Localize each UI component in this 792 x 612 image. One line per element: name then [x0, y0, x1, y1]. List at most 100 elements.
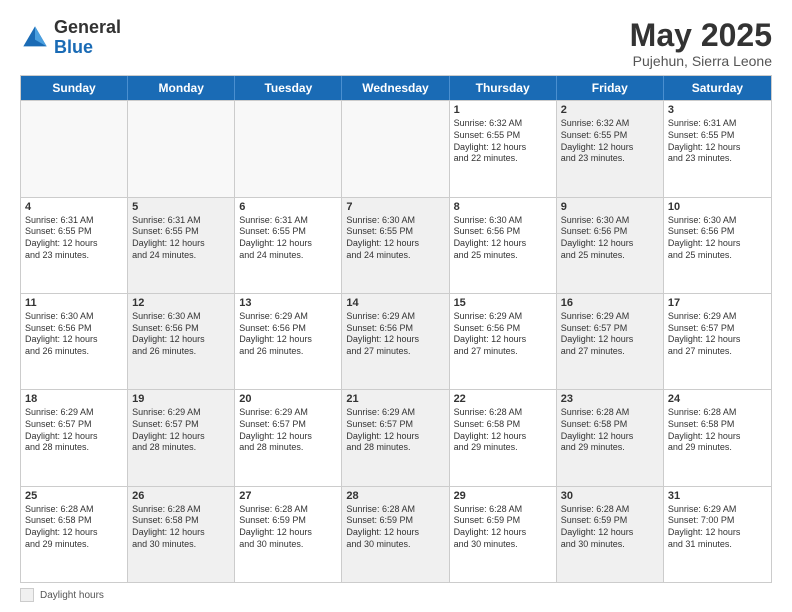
- day-info: Sunrise: 6:28 AM Sunset: 6:58 PM Dayligh…: [668, 407, 767, 454]
- day-info: Sunrise: 6:29 AM Sunset: 6:57 PM Dayligh…: [668, 311, 767, 358]
- day-number: 25: [25, 490, 123, 502]
- calendar-cell-week3-day6: 16 Sunrise: 6:29 AM Sunset: 6:57 PM Dayli…: [557, 294, 664, 389]
- footer-shaded-box: [20, 588, 34, 602]
- logo: General Blue: [20, 18, 121, 58]
- day-info: Sunrise: 6:28 AM Sunset: 6:59 PM Dayligh…: [454, 504, 552, 551]
- day-number: 22: [454, 393, 552, 405]
- day-info: Sunrise: 6:32 AM Sunset: 6:55 PM Dayligh…: [561, 118, 659, 165]
- calendar-header-thursday: Thursday: [450, 76, 557, 100]
- day-number: 3: [668, 104, 767, 116]
- calendar-cell-week4-day7: 24 Sunrise: 6:28 AM Sunset: 6:58 PM Dayli…: [664, 390, 771, 485]
- calendar-cell-week4-day5: 22 Sunrise: 6:28 AM Sunset: 6:58 PM Dayli…: [450, 390, 557, 485]
- calendar-cell-week1-day2: [128, 101, 235, 196]
- calendar-cell-week3-day3: 13 Sunrise: 6:29 AM Sunset: 6:56 PM Dayli…: [235, 294, 342, 389]
- day-number: 1: [454, 104, 552, 116]
- day-info: Sunrise: 6:29 AM Sunset: 7:00 PM Dayligh…: [668, 504, 767, 551]
- calendar-header-friday: Friday: [557, 76, 664, 100]
- day-info: Sunrise: 6:31 AM Sunset: 6:55 PM Dayligh…: [132, 215, 230, 262]
- day-info: Sunrise: 6:30 AM Sunset: 6:56 PM Dayligh…: [25, 311, 123, 358]
- calendar-cell-week3-day2: 12 Sunrise: 6:30 AM Sunset: 6:56 PM Dayli…: [128, 294, 235, 389]
- day-number: 16: [561, 297, 659, 309]
- calendar-cell-week4-day4: 21Sunrise: 6:29 AM Sunset: 6:57 PM Dayli…: [342, 390, 449, 485]
- calendar-cell-week5-day6: 30 Sunrise: 6:28 AM Sunset: 6:59 PM Dayli…: [557, 487, 664, 582]
- day-number: 26: [132, 490, 230, 502]
- calendar-body: 1 Sunrise: 6:32 AM Sunset: 6:55 PM Daylig…: [21, 100, 771, 582]
- calendar-header-tuesday: Tuesday: [235, 76, 342, 100]
- day-number: 29: [454, 490, 552, 502]
- logo-general: General: [54, 17, 121, 37]
- day-info: Sunrise: 6:31 AM Sunset: 6:55 PM Dayligh…: [668, 118, 767, 165]
- day-info: Sunrise: 6:29 AM Sunset: 6:57 PM Dayligh…: [346, 407, 444, 454]
- day-info: Sunrise: 6:30 AM Sunset: 6:56 PM Dayligh…: [561, 215, 659, 262]
- calendar-cell-week1-day1: [21, 101, 128, 196]
- calendar-cell-week5-day4: 28 Sunrise: 6:28 AM Sunset: 6:59 PM Dayli…: [342, 487, 449, 582]
- day-number: 10: [668, 201, 767, 213]
- calendar-cell-week2-day5: 8 Sunrise: 6:30 AM Sunset: 6:56 PM Daylig…: [450, 198, 557, 293]
- calendar-cell-week3-day4: 14 Sunrise: 6:29 AM Sunset: 6:56 PM Dayli…: [342, 294, 449, 389]
- day-number: 13: [239, 297, 337, 309]
- header: General Blue May 2025 Pujehun, Sierra Le…: [20, 18, 772, 69]
- day-number: 7: [346, 201, 444, 213]
- day-info: Sunrise: 6:28 AM Sunset: 6:58 PM Dayligh…: [561, 407, 659, 454]
- day-number: 11: [25, 297, 123, 309]
- logo-icon: [20, 23, 50, 53]
- calendar-cell-week5-day1: 25 Sunrise: 6:28 AM Sunset: 6:58 PM Dayli…: [21, 487, 128, 582]
- day-info: Sunrise: 6:28 AM Sunset: 6:58 PM Dayligh…: [454, 407, 552, 454]
- day-number: 9: [561, 201, 659, 213]
- day-number: 15: [454, 297, 552, 309]
- calendar-header-saturday: Saturday: [664, 76, 771, 100]
- day-info: Sunrise: 6:29 AM Sunset: 6:56 PM Dayligh…: [454, 311, 552, 358]
- calendar: SundayMondayTuesdayWednesdayThursdayFrid…: [20, 75, 772, 583]
- day-info: Sunrise: 6:29 AM Sunset: 6:57 PM Dayligh…: [561, 311, 659, 358]
- day-info: Sunrise: 6:28 AM Sunset: 6:58 PM Dayligh…: [132, 504, 230, 551]
- day-number: 6: [239, 201, 337, 213]
- calendar-cell-week2-day1: 4Sunrise: 6:31 AM Sunset: 6:55 PM Daylig…: [21, 198, 128, 293]
- calendar-cell-week1-day3: [235, 101, 342, 196]
- calendar-week-2: 4Sunrise: 6:31 AM Sunset: 6:55 PM Daylig…: [21, 197, 771, 293]
- day-number: 30: [561, 490, 659, 502]
- day-info: Sunrise: 6:32 AM Sunset: 6:55 PM Dayligh…: [454, 118, 552, 165]
- calendar-cell-week2-day2: 5 Sunrise: 6:31 AM Sunset: 6:55 PM Daylig…: [128, 198, 235, 293]
- calendar-cell-week5-day3: 27Sunrise: 6:28 AM Sunset: 6:59 PM Dayli…: [235, 487, 342, 582]
- calendar-header-sunday: Sunday: [21, 76, 128, 100]
- title-block: May 2025 Pujehun, Sierra Leone: [630, 18, 772, 69]
- day-info: Sunrise: 6:28 AM Sunset: 6:59 PM Dayligh…: [346, 504, 444, 551]
- calendar-cell-week2-day7: 10Sunrise: 6:30 AM Sunset: 6:56 PM Dayli…: [664, 198, 771, 293]
- calendar-cell-week1-day4: [342, 101, 449, 196]
- calendar-header-row: SundayMondayTuesdayWednesdayThursdayFrid…: [21, 76, 771, 100]
- day-info: Sunrise: 6:29 AM Sunset: 6:57 PM Dayligh…: [132, 407, 230, 454]
- calendar-cell-week2-day3: 6 Sunrise: 6:31 AM Sunset: 6:55 PM Daylig…: [235, 198, 342, 293]
- day-info: Sunrise: 6:29 AM Sunset: 6:56 PM Dayligh…: [346, 311, 444, 358]
- calendar-cell-week4-day6: 23Sunrise: 6:28 AM Sunset: 6:58 PM Dayli…: [557, 390, 664, 485]
- day-info: Sunrise: 6:30 AM Sunset: 6:56 PM Dayligh…: [454, 215, 552, 262]
- calendar-week-3: 11 Sunrise: 6:30 AM Sunset: 6:56 PM Dayli…: [21, 293, 771, 389]
- day-info: Sunrise: 6:29 AM Sunset: 6:56 PM Dayligh…: [239, 311, 337, 358]
- calendar-header-monday: Monday: [128, 76, 235, 100]
- footer-note: Daylight hours: [20, 588, 772, 602]
- day-info: Sunrise: 6:28 AM Sunset: 6:58 PM Dayligh…: [25, 504, 123, 551]
- day-number: 14: [346, 297, 444, 309]
- day-number: 12: [132, 297, 230, 309]
- day-info: Sunrise: 6:30 AM Sunset: 6:56 PM Dayligh…: [132, 311, 230, 358]
- day-number: 5: [132, 201, 230, 213]
- day-number: 8: [454, 201, 552, 213]
- calendar-cell-week4-day3: 20Sunrise: 6:29 AM Sunset: 6:57 PM Dayli…: [235, 390, 342, 485]
- logo-text: General Blue: [54, 18, 121, 58]
- calendar-header-wednesday: Wednesday: [342, 76, 449, 100]
- day-number: 24: [668, 393, 767, 405]
- calendar-cell-week4-day1: 18 Sunrise: 6:29 AM Sunset: 6:57 PM Dayli…: [21, 390, 128, 485]
- day-number: 2: [561, 104, 659, 116]
- calendar-cell-week3-day1: 11 Sunrise: 6:30 AM Sunset: 6:56 PM Dayli…: [21, 294, 128, 389]
- day-info: Sunrise: 6:29 AM Sunset: 6:57 PM Dayligh…: [239, 407, 337, 454]
- day-number: 18: [25, 393, 123, 405]
- day-info: Sunrise: 6:28 AM Sunset: 6:59 PM Dayligh…: [561, 504, 659, 551]
- footer-label: Daylight hours: [40, 590, 104, 601]
- day-info: Sunrise: 6:28 AM Sunset: 6:59 PM Dayligh…: [239, 504, 337, 551]
- day-info: Sunrise: 6:31 AM Sunset: 6:55 PM Dayligh…: [25, 215, 123, 262]
- day-info: Sunrise: 6:29 AM Sunset: 6:57 PM Dayligh…: [25, 407, 123, 454]
- day-info: Sunrise: 6:30 AM Sunset: 6:55 PM Dayligh…: [346, 215, 444, 262]
- day-number: 28: [346, 490, 444, 502]
- day-info: Sunrise: 6:31 AM Sunset: 6:55 PM Dayligh…: [239, 215, 337, 262]
- calendar-cell-week1-day5: 1 Sunrise: 6:32 AM Sunset: 6:55 PM Daylig…: [450, 101, 557, 196]
- calendar-cell-week1-day6: 2 Sunrise: 6:32 AM Sunset: 6:55 PM Daylig…: [557, 101, 664, 196]
